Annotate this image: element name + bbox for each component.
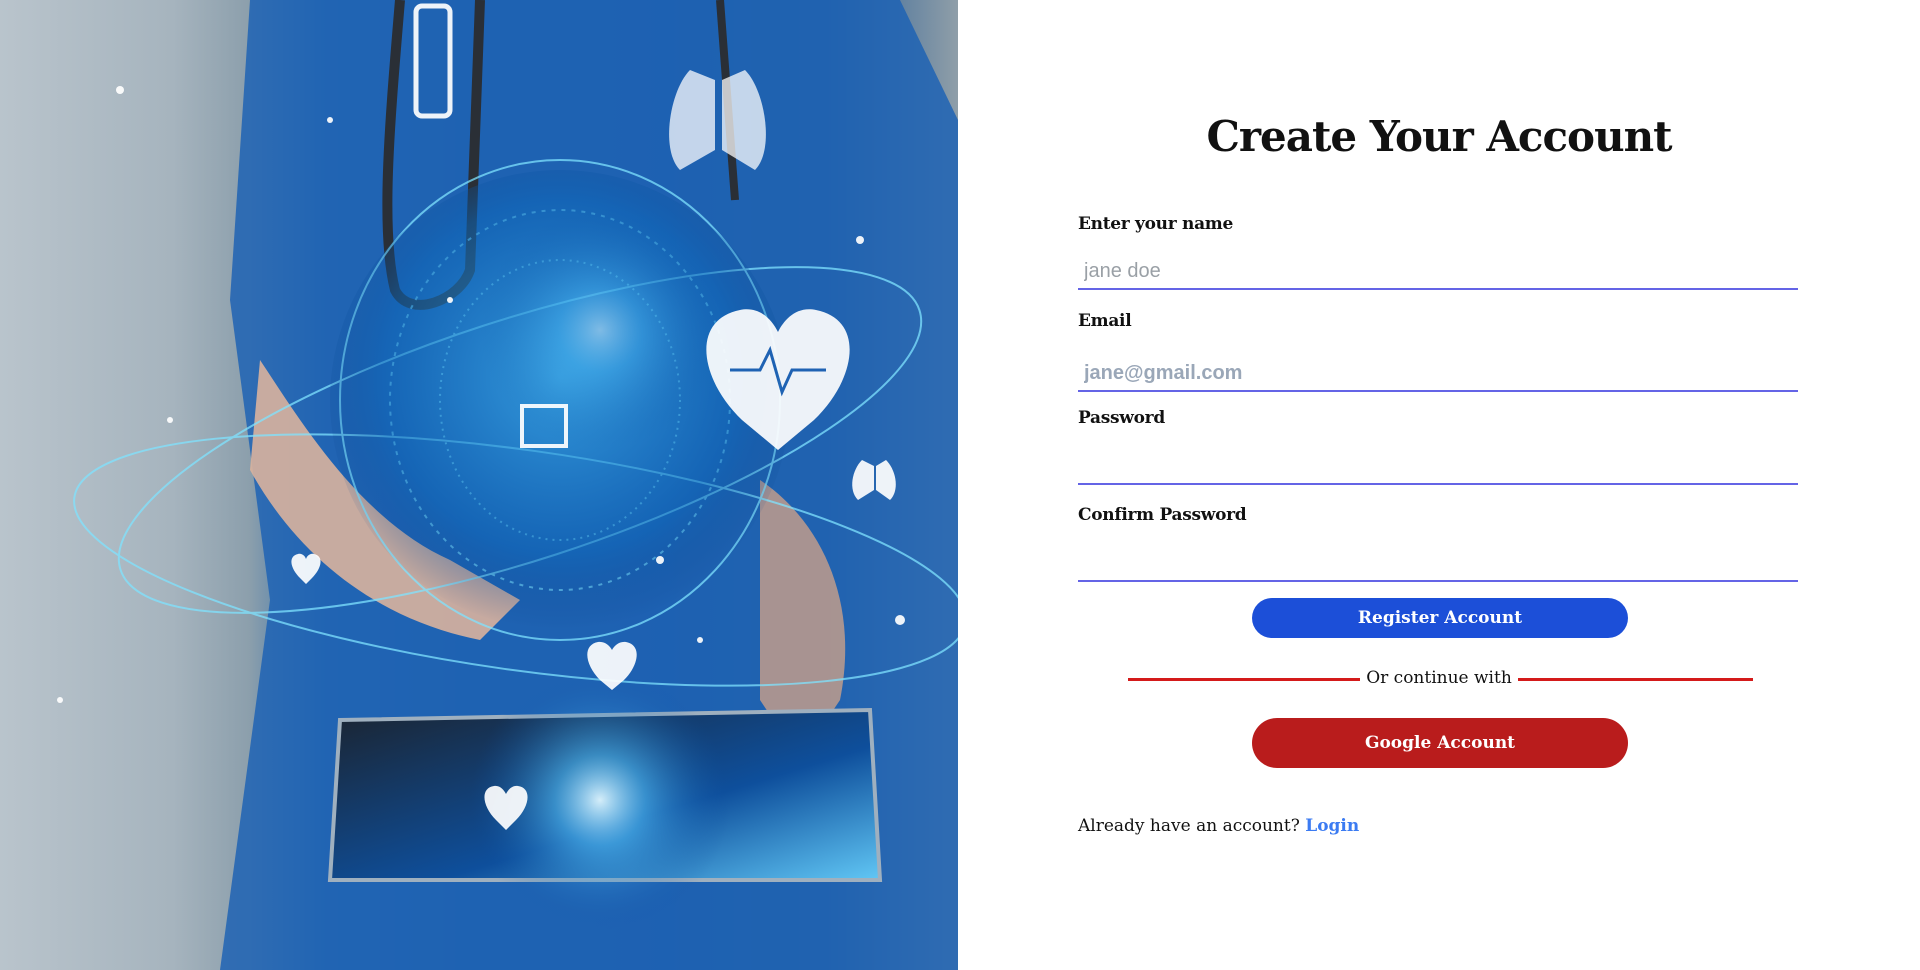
divider-text: Or continue with: [1360, 668, 1518, 688]
divider: Or continue with: [958, 668, 1920, 688]
page-title: Create Your Account: [1206, 112, 1672, 161]
login-prompt-text: Already have an account?: [1078, 816, 1300, 836]
email-label: Email: [1078, 311, 1132, 331]
login-prompt: Already have an account? Login: [1078, 816, 1359, 836]
password-input[interactable]: [1078, 449, 1798, 485]
register-button[interactable]: Register Account: [1252, 598, 1628, 638]
name-input[interactable]: [1078, 254, 1798, 290]
login-link[interactable]: Login: [1305, 816, 1359, 836]
signup-panel: Create Your Account Enter your name Emai…: [958, 0, 1920, 970]
confirm-password-label: Confirm Password: [1078, 505, 1247, 525]
name-label: Enter your name: [1078, 214, 1233, 234]
email-input[interactable]: [1078, 356, 1798, 392]
hero-illustration: [57, 0, 958, 970]
password-label: Password: [1078, 408, 1165, 428]
google-account-button[interactable]: Google Account: [1252, 718, 1628, 768]
hero-image: [0, 0, 958, 970]
confirm-password-input[interactable]: [1078, 546, 1798, 582]
